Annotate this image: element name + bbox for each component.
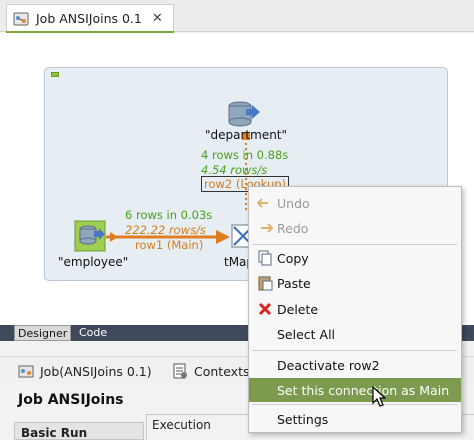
lookup-rows-stat: 4 rows in 0.88s (201, 148, 289, 162)
menu-item-settings[interactable]: Settings (249, 407, 461, 431)
job-editor-tab-title: Job ANSIJoins 0.1 (36, 11, 142, 26)
menu-item-paste[interactable]: Paste (249, 271, 461, 295)
menu-item-undo[interactable]: Undo (249, 191, 461, 215)
job-icon (18, 363, 34, 379)
menu-separator (253, 350, 457, 351)
delete-icon (257, 301, 273, 317)
menu-item-set-as-main-label: Set this connection as Main (277, 382, 450, 398)
menu-item-copy[interactable]: Copy (249, 246, 461, 270)
contexts-icon (172, 363, 188, 379)
paste-icon (257, 275, 273, 291)
menu-item-undo-label: Undo (277, 195, 310, 211)
main-connection-label[interactable]: row1 (Main) (135, 238, 203, 252)
context-menu: Undo Redo Copy Paste Delete Select All D… (248, 186, 462, 433)
menu-item-delete-label: Delete (277, 301, 319, 317)
main-rows-stat: 6 rows in 0.03s (125, 208, 213, 222)
menu-item-redo-label: Redo (277, 220, 309, 236)
tab-contexts-label: Contexts (194, 363, 250, 379)
execution-group-label: Execution (150, 418, 213, 432)
menu-item-select-all[interactable]: Select All (249, 322, 461, 346)
menu-item-delete[interactable]: Delete (249, 297, 461, 321)
menu-item-paste-label: Paste (277, 275, 311, 291)
employee-component-label[interactable]: "employee" (58, 255, 128, 269)
editor-tab-bar: Job ANSIJoins 0.1 ✕ (0, 0, 474, 34)
lookup-rate-stat: 4.54 rows/s (201, 163, 268, 177)
copy-icon (257, 250, 273, 266)
menu-separator (253, 404, 457, 405)
tab-job-properties[interactable]: Job(ANSIJoins 0.1) (18, 363, 152, 379)
job-editor-tab[interactable]: Job ANSIJoins 0.1 ✕ (6, 4, 174, 34)
tab-contexts[interactable]: Contexts (172, 363, 249, 379)
menu-item-deactivate-label: Deactivate row2 (277, 357, 380, 373)
tab-basic-run[interactable]: Basic Run (14, 422, 144, 440)
main-connection-arrow (216, 230, 230, 244)
menu-item-set-as-main[interactable]: Set this connection as Main (249, 378, 461, 402)
mouse-pointer-icon (372, 386, 386, 407)
department-component-label[interactable]: "department" (205, 128, 287, 142)
database-icon[interactable] (228, 101, 260, 127)
tab-job-properties-label: Job(ANSIJoins 0.1) (40, 363, 152, 379)
redo-icon (257, 220, 273, 236)
menu-item-copy-label: Copy (277, 250, 309, 266)
tab-code[interactable]: Code (76, 325, 110, 341)
properties-title: Job ANSIJoins (18, 392, 124, 408)
menu-item-redo[interactable]: Redo (249, 216, 461, 240)
menu-item-settings-label: Settings (277, 411, 329, 427)
main-connection-start (110, 232, 118, 242)
database-input-icon[interactable] (74, 220, 106, 252)
menu-item-deactivate-row2[interactable]: Deactivate row2 (249, 353, 461, 377)
job-icon (13, 11, 29, 27)
close-icon[interactable]: ✕ (152, 11, 163, 26)
tab-designer[interactable]: Designer (14, 325, 72, 341)
menu-item-select-all-label: Select All (277, 326, 336, 342)
undo-icon (257, 195, 273, 211)
menu-separator (253, 244, 457, 245)
main-rate-stat: 222.22 rows/s (125, 223, 206, 237)
